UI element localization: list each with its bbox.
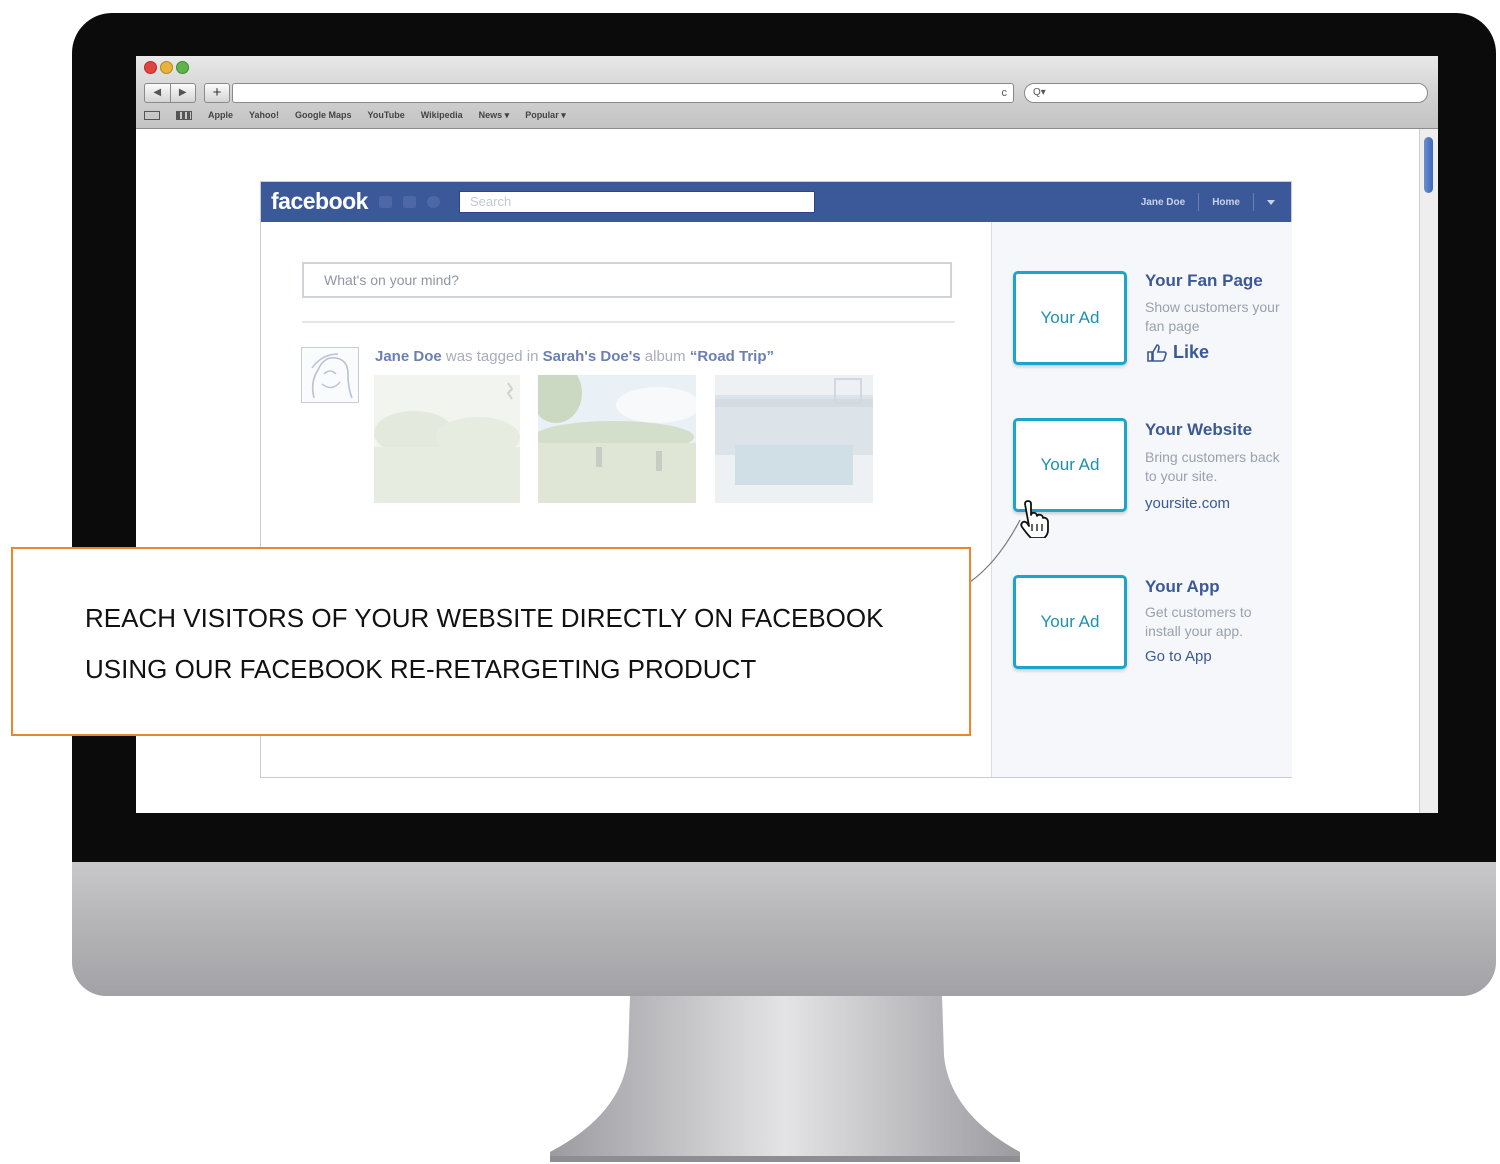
nav-divider bbox=[1253, 193, 1254, 211]
callout-line-1: REACH VISITORS OF YOUR WEBSITE DIRECTLY … bbox=[85, 603, 884, 633]
story-owner-link[interactable]: Sarah's Doe's bbox=[543, 348, 641, 365]
thumbs-up-icon bbox=[1147, 343, 1167, 362]
bookmark-popular[interactable]: Popular ▾ bbox=[525, 110, 566, 121]
bookmarks-bar: Apple Yahoo! Google Maps YouTube Wikiped… bbox=[144, 107, 566, 123]
forward-button[interactable]: ▶ bbox=[169, 84, 196, 102]
avatar-sketch-icon bbox=[311, 353, 353, 399]
ad-title-app[interactable]: Your App bbox=[1145, 577, 1220, 597]
monitor-chin bbox=[72, 862, 1496, 996]
photo-image-1 bbox=[374, 375, 520, 503]
nav-home-link[interactable]: Home bbox=[1212, 197, 1240, 208]
photo-image-3 bbox=[715, 375, 873, 503]
hand-cursor-icon bbox=[1020, 500, 1049, 538]
story-text-album: album bbox=[640, 348, 690, 365]
close-window-button[interactable] bbox=[144, 61, 157, 74]
photo-image-2 bbox=[538, 375, 696, 503]
facebook-nav-links: Jane Doe Home bbox=[1141, 182, 1275, 222]
ad-title-website[interactable]: Your Website bbox=[1145, 420, 1252, 440]
like-label: Like bbox=[1173, 342, 1210, 362]
story-album-link[interactable]: “Road Trip” bbox=[690, 348, 774, 365]
callout-line-2: USING OUR FACEBOOK RE-RETARGETING PRODUC… bbox=[85, 654, 757, 684]
scrollbar-thumb[interactable] bbox=[1424, 137, 1433, 193]
ad-title-fan-page[interactable]: Your Fan Page bbox=[1145, 271, 1263, 291]
facebook-logo[interactable]: facebook bbox=[271, 188, 368, 215]
bookmark-news[interactable]: News ▾ bbox=[479, 110, 510, 121]
friend-requests-icon[interactable] bbox=[379, 196, 392, 208]
status-composer-input[interactable]: What's on your mind? bbox=[302, 262, 952, 298]
ad-placeholder-box[interactable]: Your Ad bbox=[1013, 575, 1127, 669]
top-sites-icon[interactable] bbox=[176, 110, 192, 120]
photo-thumbnail[interactable] bbox=[538, 375, 696, 503]
reload-icon[interactable]: c bbox=[1002, 84, 1008, 102]
ad-placeholder-box[interactable]: Your Ad bbox=[1013, 271, 1127, 365]
facebook-search-input[interactable]: Search bbox=[459, 191, 815, 213]
chevron-down-icon[interactable] bbox=[1267, 199, 1275, 205]
bookmark-apple[interactable]: Apple bbox=[208, 110, 233, 120]
ad-description: Bring customers back to your site. bbox=[1145, 449, 1280, 484]
messages-icon[interactable] bbox=[403, 196, 416, 208]
story-text-tagged: was tagged in bbox=[441, 348, 543, 365]
feed-divider bbox=[302, 321, 955, 323]
new-tab-button[interactable]: + bbox=[204, 83, 230, 103]
ad-placeholder-box[interactable]: Your Ad bbox=[1013, 418, 1127, 512]
ad-description: Show customers your fan page bbox=[1145, 299, 1280, 334]
bookmark-youtube[interactable]: YouTube bbox=[368, 110, 405, 120]
photo-thumbnail[interactable] bbox=[374, 375, 520, 503]
promo-callout: REACH VISITORS OF YOUR WEBSITE DIRECTLY … bbox=[11, 547, 971, 736]
monitor-stand bbox=[550, 996, 1020, 1162]
ad-link-app[interactable]: Go to App bbox=[1145, 648, 1212, 665]
photo-thumbnail[interactable] bbox=[715, 375, 873, 503]
search-icon: Q▾ bbox=[1033, 87, 1046, 98]
vertical-scrollbar[interactable] bbox=[1419, 129, 1438, 813]
nav-profile-link[interactable]: Jane Doe bbox=[1141, 197, 1185, 208]
story-actor-link[interactable]: Jane Doe bbox=[375, 348, 442, 365]
bookmark-google-maps[interactable]: Google Maps bbox=[295, 110, 352, 120]
avatar[interactable] bbox=[301, 347, 359, 403]
like-button[interactable]: Like bbox=[1147, 342, 1209, 363]
reading-list-icon[interactable] bbox=[144, 110, 160, 120]
ad-link-website[interactable]: yoursite.com bbox=[1145, 495, 1230, 512]
ad-description: Get customers to install your app. bbox=[1145, 604, 1252, 639]
minimize-window-button[interactable] bbox=[160, 61, 173, 74]
story-headline: Jane Doe was tagged in Sarah's Doe's alb… bbox=[375, 348, 774, 365]
bookmark-wikipedia[interactable]: Wikipedia bbox=[421, 110, 463, 120]
back-button[interactable]: ◀ bbox=[145, 84, 170, 102]
nav-divider bbox=[1198, 193, 1200, 211]
zoom-window-button[interactable] bbox=[176, 61, 189, 74]
bookmark-yahoo[interactable]: Yahoo! bbox=[249, 110, 279, 120]
browser-search-field[interactable]: Q▾ bbox=[1024, 83, 1428, 103]
browser-toolbar: ◀ ▶ + c Q▾ Apple Yahoo! Google Maps YouT… bbox=[136, 56, 1438, 129]
facebook-top-bar: facebook Search Jane Doe Home bbox=[261, 182, 1291, 222]
address-bar[interactable]: c bbox=[232, 83, 1014, 103]
notifications-icon[interactable] bbox=[427, 196, 440, 208]
back-forward-group: ◀ ▶ bbox=[144, 83, 196, 103]
